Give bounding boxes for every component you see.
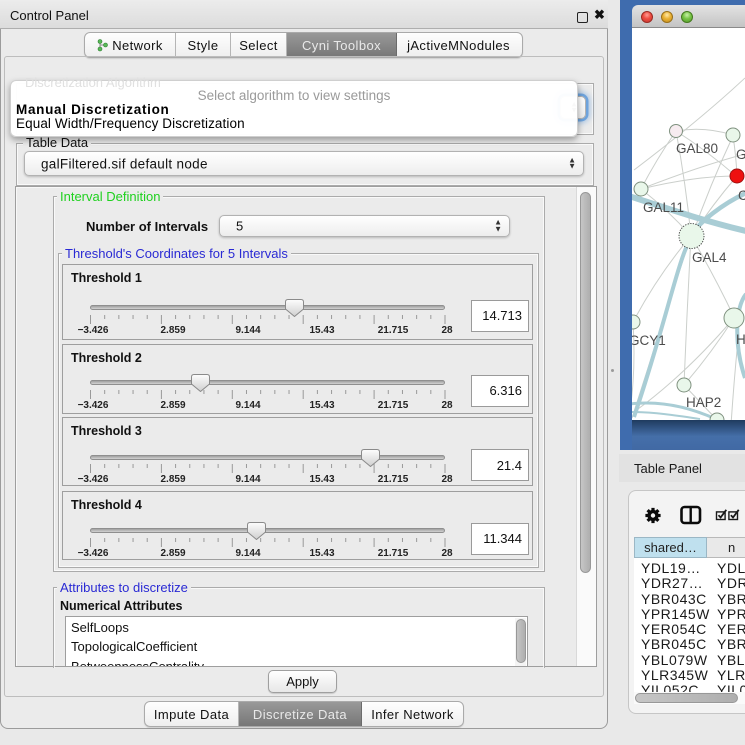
svg-text:GAL4: GAL4: [692, 250, 727, 265]
svg-text:GAL11: GAL11: [643, 200, 684, 215]
svg-text:GA: GA: [736, 147, 745, 162]
svg-text:H: H: [736, 332, 745, 347]
svg-text:GCY1: GCY1: [632, 333, 666, 348]
svg-text:GAL80: GAL80: [676, 141, 718, 156]
svg-text:C: C: [738, 188, 745, 203]
svg-text:HAP2: HAP2: [686, 395, 721, 410]
